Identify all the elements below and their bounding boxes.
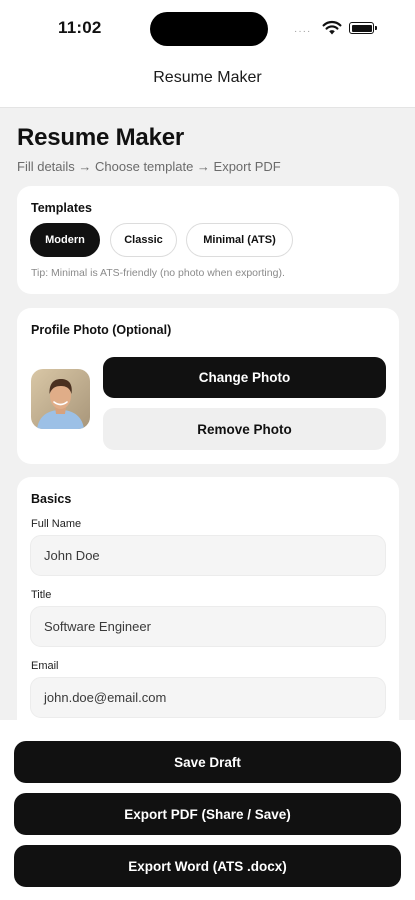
template-chip-classic[interactable]: Classic — [110, 223, 177, 257]
page-title: Resume Maker — [17, 124, 185, 151]
dynamic-island — [150, 12, 268, 46]
templates-card: Templates Modern Classic Minimal (ATS) T… — [17, 186, 399, 294]
template-chip-modern[interactable]: Modern — [30, 223, 100, 257]
profile-photo-title: Profile Photo (Optional) — [31, 323, 172, 337]
avatar-image — [31, 369, 90, 429]
email-label: Email — [31, 660, 59, 672]
remove-photo-button[interactable]: Remove Photo — [103, 408, 386, 450]
profile-photo-card: Profile Photo (Optional) Change Photo Re… — [17, 308, 399, 464]
profile-photo-avatar — [31, 369, 90, 429]
page-subtitle: Fill details → Choose template → Export … — [17, 159, 281, 174]
basics-title: Basics — [31, 492, 72, 506]
scroll-content[interactable]: Resume Maker Fill details → Choose templ… — [0, 108, 415, 720]
templates-title: Templates — [31, 201, 92, 215]
template-chip-minimal-ats[interactable]: Minimal (ATS) — [186, 223, 293, 257]
battery-icon — [349, 22, 377, 34]
export-pdf-button[interactable]: Export PDF (Share / Save) — [14, 793, 401, 835]
cellular-signal-icon: ···· — [294, 26, 312, 37]
status-time: 11:02 — [58, 18, 102, 37]
nav-title: Resume Maker — [153, 69, 262, 86]
full-name-field[interactable]: John Doe — [30, 535, 386, 576]
change-photo-button[interactable]: Change Photo — [103, 357, 386, 398]
basics-card: Basics Full Name John Doe Title Software… — [17, 477, 399, 720]
status-bar: 11:02 ···· — [0, 0, 415, 56]
navigation-bar: Resume Maker — [0, 56, 415, 108]
email-field[interactable]: john.doe@email.com — [30, 677, 386, 718]
title-field[interactable]: Software Engineer — [30, 606, 386, 647]
bottom-actions: Save Draft Export PDF (Share / Save) Exp… — [0, 720, 415, 900]
title-label: Title — [31, 589, 52, 601]
full-name-label: Full Name — [31, 518, 82, 530]
wifi-icon — [322, 20, 342, 35]
export-word-button[interactable]: Export Word (ATS .docx) — [14, 845, 401, 887]
save-draft-button[interactable]: Save Draft — [14, 741, 401, 783]
templates-tip: Tip: Minimal is ATS-friendly (no photo w… — [31, 267, 285, 279]
